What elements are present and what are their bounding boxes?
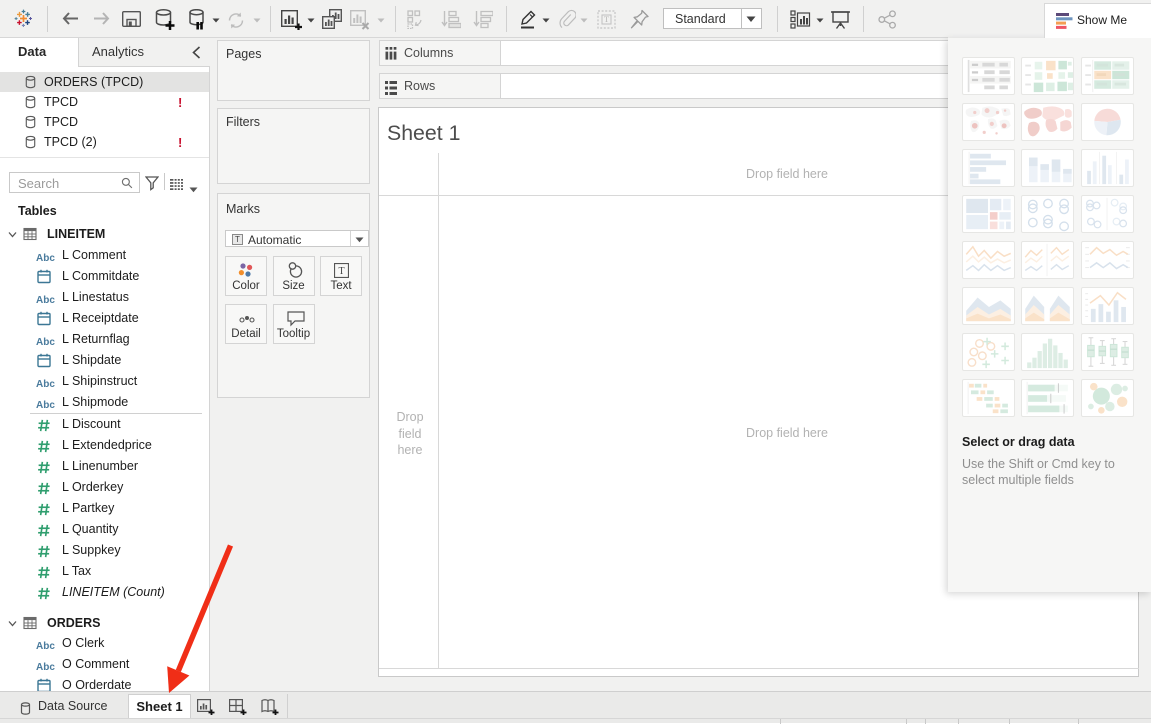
svg-text:T: T	[604, 14, 610, 24]
svg-text:T: T	[338, 266, 344, 277]
svg-text:T: T	[235, 235, 240, 244]
